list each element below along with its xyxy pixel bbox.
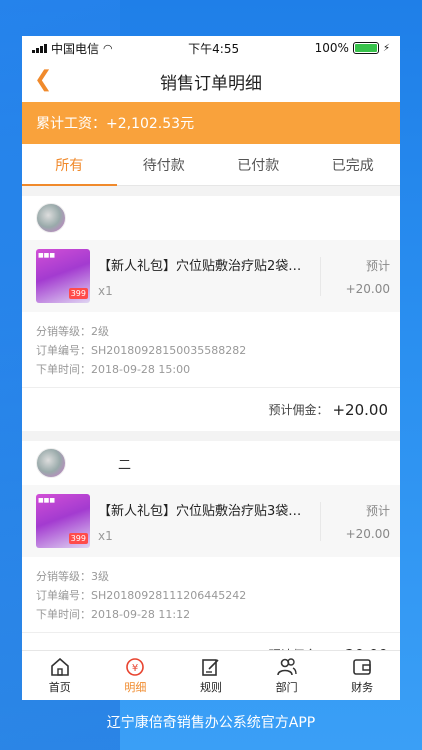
signal-icon xyxy=(32,43,47,53)
tabbar-label: 首页 xyxy=(48,680,71,694)
tabbar-detail[interactable]: ¥ 明细 xyxy=(98,651,174,700)
commission-label: 预计佣金： xyxy=(268,403,329,417)
product-row[interactable]: ■■■ 399 【新人礼包】穴位贴敷治疗贴2袋+2瓶… x1 预计 +20.00 xyxy=(22,240,400,312)
price-value: +20.00 xyxy=(345,526,390,541)
username: 二 xyxy=(118,457,132,473)
back-icon[interactable]: ❮ xyxy=(34,68,52,92)
order-time: 下单时间：2018-09-28 15:00 xyxy=(36,363,191,376)
tabbar-rules[interactable]: 规则 xyxy=(173,651,249,700)
product-quantity: x1 xyxy=(98,528,113,543)
order-tabs: 所有 待付款 已付款 已完成 xyxy=(22,144,400,186)
avatar xyxy=(36,448,66,478)
price-label: 预计 xyxy=(365,258,390,273)
earnings-banner: 累计工资：+2,102.53元 xyxy=(22,102,400,144)
tab-all[interactable]: 所有 xyxy=(22,144,117,186)
tabbar-department[interactable]: 部门 xyxy=(249,651,325,700)
price-label: 预计 xyxy=(365,503,390,518)
avatar xyxy=(36,203,66,233)
order-number: 订单编号：SH20180928111206445242 xyxy=(36,589,247,602)
tab-paid[interactable]: 已付款 xyxy=(211,144,306,185)
tabbar-label: 规则 xyxy=(199,680,222,694)
people-icon xyxy=(276,657,298,677)
product-name: 【新人礼包】穴位贴敷治疗贴2袋+2瓶… xyxy=(98,258,312,274)
product-quantity: x1 xyxy=(98,283,113,298)
bottom-tab-bar: 首页 ¥ 明细 规则 部门 财务 xyxy=(22,650,400,700)
wifi-icon: ◠ xyxy=(103,41,113,55)
product-name: 【新人礼包】穴位贴敷治疗贴3袋+1瓶… xyxy=(98,503,312,519)
order-time: 下单时间：2018-09-28 11:12 xyxy=(36,608,191,621)
app-caption: 辽宁康倍奇销售办公系统官方APP xyxy=(106,715,316,731)
battery-percent: 100% xyxy=(314,41,349,55)
phone-screen: 中国电信 ◠ 下午4:55 100% ⚡ ❮ 销售订单明细 累计工资：+2,10… xyxy=(22,36,400,700)
order-card[interactable]: 二 ■■■ 399 【新人礼包】穴位贴敷治疗贴3袋+1瓶… x1 预计 +20.0… xyxy=(22,441,400,676)
status-bar: 中国电信 ◠ 下午4:55 100% ⚡ xyxy=(22,36,400,60)
tabbar-label: 部门 xyxy=(275,680,298,694)
price-value: +20.00 xyxy=(345,281,390,296)
battery-icon xyxy=(352,42,379,54)
carrier-label: 中国电信 xyxy=(51,41,100,56)
charging-icon: ⚡ xyxy=(382,42,390,54)
tab-completed[interactable]: 已完成 xyxy=(306,144,401,185)
svg-text:¥: ¥ xyxy=(132,663,138,674)
distribution-level: 分销等级：2级 xyxy=(36,325,109,338)
tabbar-label: 财务 xyxy=(351,680,374,694)
nav-bar: ❮ 销售订单明细 xyxy=(22,60,400,102)
tab-pending-payment[interactable]: 待付款 xyxy=(117,144,212,185)
product-image: ■■■ 399 xyxy=(36,249,90,303)
product-row[interactable]: ■■■ 399 【新人礼包】穴位贴敷治疗贴3袋+1瓶… x1 预计 +20.00 xyxy=(22,485,400,557)
tabbar-label: 明细 xyxy=(124,680,147,694)
wallet-icon xyxy=(351,657,373,677)
home-icon xyxy=(49,657,71,677)
product-image: ■■■ 399 xyxy=(36,494,90,548)
tabbar-finance[interactable]: 财务 xyxy=(324,651,400,700)
order-card[interactable]: ■■■ 399 【新人礼包】穴位贴敷治疗贴2袋+2瓶… x1 预计 +20.00 … xyxy=(22,196,400,431)
commission-value: +20.00 xyxy=(332,400,388,419)
tabbar-home[interactable]: 首页 xyxy=(22,651,98,700)
order-number: 订单编号：SH20180928150035588282 xyxy=(36,344,247,357)
yen-icon: ¥ xyxy=(124,657,146,677)
earnings-label: 累计工资：+2,102.53元 xyxy=(36,116,195,132)
edit-icon xyxy=(200,657,222,677)
distribution-level: 分销等级：3级 xyxy=(36,570,109,583)
page-title: 销售订单明细 xyxy=(160,73,262,94)
clock: 下午4:55 xyxy=(188,41,240,56)
